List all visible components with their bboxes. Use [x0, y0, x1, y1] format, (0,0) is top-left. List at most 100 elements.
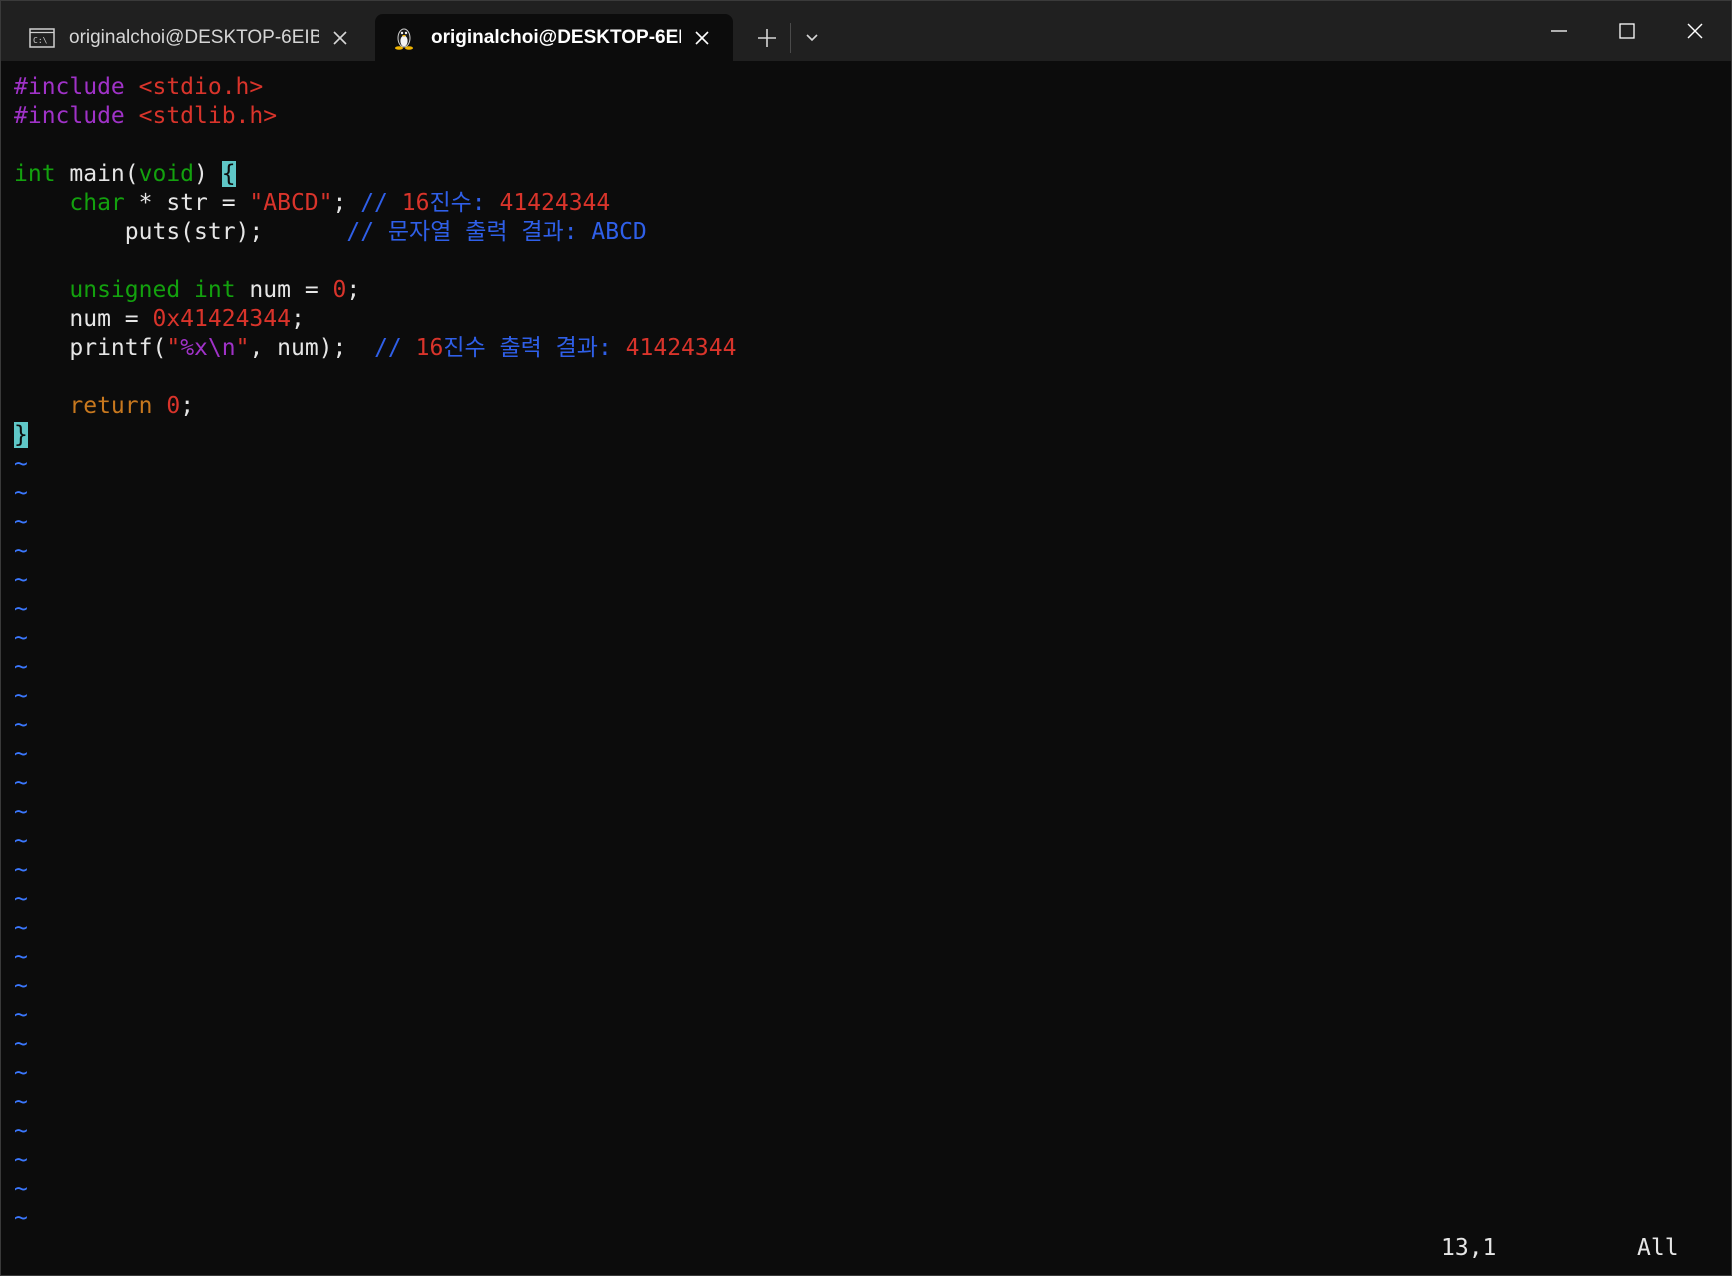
empty-line-tilde: ~	[14, 857, 28, 883]
type-keyword: int	[194, 277, 236, 303]
empty-line-tilde: ~	[14, 1031, 28, 1057]
title-bar: C:\ originalchoi@DESKTOP-6EIBU originalc…	[1, 1, 1731, 61]
tab-separator	[790, 23, 791, 53]
code-line: return 0;	[14, 392, 1714, 421]
empty-line-tilde: ~	[14, 886, 28, 912]
comment-number: 16	[415, 335, 444, 361]
tab-title: originalchoi@DESKTOP-6EIBU	[431, 26, 681, 48]
code-text: ;	[290, 306, 305, 332]
format-specifier: %x\n	[180, 335, 236, 361]
number-literal: 0	[332, 277, 347, 303]
code-text: num =	[235, 277, 333, 303]
empty-line-tilde: ~	[14, 828, 28, 854]
type-keyword: void	[138, 161, 195, 187]
include-file: <stdlib.h>	[124, 103, 278, 129]
empty-line-tilde: ~	[14, 770, 28, 796]
code-line: int main(void) {	[14, 160, 1714, 189]
code-text: ;	[346, 277, 361, 303]
terminal-window: C:\ originalchoi@DESKTOP-6EIBU originalc…	[0, 0, 1732, 1276]
return-keyword: return	[69, 393, 153, 419]
cmd-icon: C:\	[27, 25, 57, 51]
preprocessor-directive: #include	[14, 74, 125, 100]
empty-line-tilde: ~	[14, 1060, 28, 1086]
tab-title: originalchoi@DESKTOP-6EIBU	[69, 26, 319, 48]
comment: //	[374, 335, 416, 361]
linux-tux-icon	[389, 25, 419, 51]
code-text: num =	[14, 306, 153, 332]
empty-line-tilde: ~	[14, 451, 28, 477]
string-literal: "	[235, 335, 250, 361]
empty-line-tilde: ~	[14, 1205, 28, 1231]
comment-number: 41424344	[625, 335, 737, 361]
scroll-indicator: All	[1637, 1235, 1679, 1261]
empty-line-tilde: ~	[14, 1002, 28, 1028]
minimize-icon	[1551, 30, 1567, 32]
string-literal: "	[166, 335, 181, 361]
svg-text:C:\: C:\	[33, 36, 48, 45]
plus-icon	[758, 29, 776, 47]
code-text: )	[194, 161, 222, 187]
preprocessor-directive: #include	[14, 103, 125, 129]
maximize-icon	[1619, 23, 1635, 39]
empty-line-tilde: ~	[14, 973, 28, 999]
code-text: ;	[180, 393, 195, 419]
number-literal: 0x41424344	[152, 306, 291, 332]
code-text: main(	[55, 161, 139, 187]
matching-brace-highlight: {	[221, 161, 236, 187]
type-keyword: char	[69, 190, 125, 216]
tab-cmd[interactable]: C:\ originalchoi@DESKTOP-6EIBU	[13, 14, 371, 61]
empty-line-tilde: ~	[14, 741, 28, 767]
code-line: unsigned int num = 0;	[14, 276, 1714, 305]
code-line: puts(str); // 문자열 출력 결과: ABCD	[14, 218, 1714, 247]
code-line: char * str = "ABCD"; // 16진수: 41424344	[14, 189, 1714, 218]
maximize-button[interactable]	[1593, 1, 1661, 61]
empty-line-tilde: ~	[14, 683, 28, 709]
code-line: #include <stdlib.h>	[14, 102, 1714, 131]
empty-line-tilde: ~	[14, 712, 28, 738]
include-file: <stdio.h>	[124, 74, 264, 100]
empty-line-tilde: ~	[14, 1118, 28, 1144]
close-tab-icon[interactable]	[687, 23, 717, 53]
empty-line-tilde: ~	[14, 944, 28, 970]
comment-number: 16	[401, 190, 430, 216]
code-line: num = 0x41424344;	[14, 305, 1714, 334]
comment: // 문자열 출력 결과: ABCD	[346, 219, 647, 245]
vim-editor[interactable]: #include <stdio.h> #include <stdlib.h> i…	[14, 73, 1714, 1263]
cursor-position: 13,1	[1441, 1235, 1497, 1261]
comment: 진수:	[429, 190, 500, 216]
empty-line-tilde: ~	[14, 596, 28, 622]
empty-line-tilde: ~	[14, 509, 28, 535]
empty-line-tilde: ~	[14, 799, 28, 825]
empty-line-tilde: ~	[14, 915, 28, 941]
comment: //	[360, 190, 402, 216]
empty-line-tilde: ~	[14, 1147, 28, 1173]
close-icon	[1687, 23, 1703, 39]
type-keyword: unsigned	[69, 277, 181, 303]
tab-dropdown-button[interactable]	[797, 21, 827, 55]
code-line: #include <stdio.h>	[14, 73, 1714, 102]
close-tab-icon[interactable]	[325, 23, 355, 53]
chevron-down-icon	[806, 34, 818, 42]
code-text: , num);	[249, 335, 375, 361]
tab-linux[interactable]: originalchoi@DESKTOP-6EIBU	[375, 14, 733, 61]
empty-line-tilde: ~	[14, 625, 28, 651]
code-text: puts(str);	[14, 219, 347, 245]
empty-line-tilde: ~	[14, 538, 28, 564]
comment-number: 41424344	[499, 190, 611, 216]
minimize-button[interactable]	[1525, 1, 1593, 61]
code-line: printf("%x\n", num); // 16진수 출력 결과: 4142…	[14, 334, 1714, 363]
close-window-button[interactable]	[1661, 1, 1729, 61]
empty-line-tilde: ~	[14, 1089, 28, 1115]
type-keyword: int	[14, 161, 56, 187]
empty-line-tilde: ~	[14, 1176, 28, 1202]
empty-line-tilde: ~	[14, 654, 28, 680]
empty-line-tilde: ~	[14, 567, 28, 593]
new-tab-button[interactable]	[749, 21, 785, 55]
string-literal: "ABCD"	[249, 190, 333, 216]
